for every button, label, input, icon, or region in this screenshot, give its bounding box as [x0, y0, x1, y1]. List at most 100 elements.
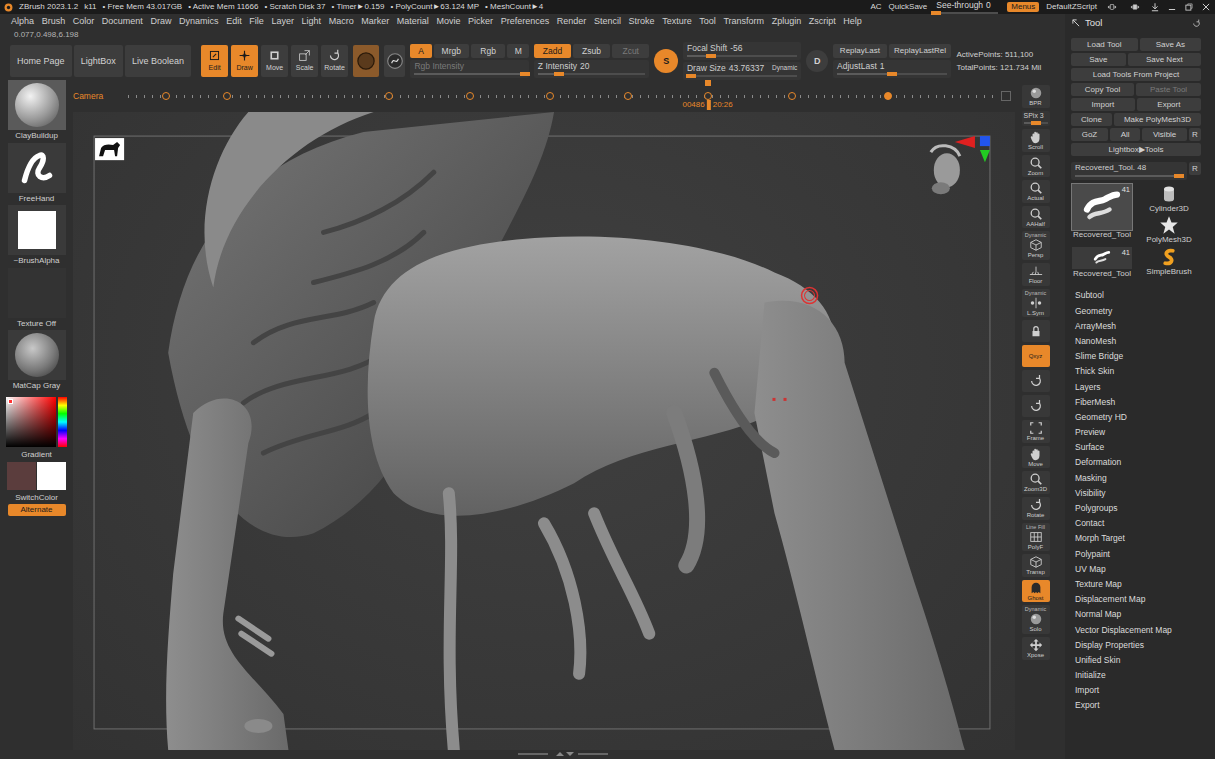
- menu-item[interactable]: Zplugin: [772, 16, 802, 27]
- current-tool-slider-track[interactable]: [1075, 175, 1183, 177]
- palette-button[interactable]: Paste Tool: [1136, 83, 1201, 96]
- palette-section[interactable]: Unified Skin: [1075, 653, 1201, 668]
- palette-button[interactable]: Save: [1071, 53, 1126, 66]
- layout-icon[interactable]: [1104, 2, 1120, 12]
- switch-color-button[interactable]: SwitchColor: [15, 493, 58, 503]
- palette-button[interactable]: Visible: [1142, 128, 1187, 141]
- tool-thumbnail[interactable]: SimpleBrush: [1137, 247, 1201, 279]
- menu-item[interactable]: Color: [73, 16, 95, 27]
- palette-section[interactable]: Initialize: [1075, 668, 1201, 683]
- z-mode-button[interactable]: Zadd: [534, 44, 571, 58]
- palette-section[interactable]: Displacement Map: [1075, 592, 1201, 607]
- color-swatch[interactable]: [7, 462, 36, 490]
- palette-section[interactable]: Surface: [1075, 440, 1201, 455]
- hue-strip[interactable]: [58, 397, 67, 447]
- palette-button[interactable]: Load Tools From Project: [1071, 68, 1201, 81]
- viewport[interactable]: [73, 112, 1015, 750]
- menu-item[interactable]: Material: [397, 16, 429, 27]
- mode-button[interactable]: Edit: [201, 45, 228, 77]
- menu-item[interactable]: Layer: [271, 16, 294, 27]
- stroke-button[interactable]: [384, 45, 406, 77]
- menu-item[interactable]: Movie: [436, 16, 460, 27]
- mode-button[interactable]: Move: [261, 45, 288, 77]
- ac-button[interactable]: AC: [870, 2, 881, 12]
- ghost-button[interactable]: Ghost: [1022, 580, 1050, 603]
- thumbnail-image[interactable]: [1159, 215, 1179, 235]
- color-picker[interactable]: [6, 397, 67, 447]
- palette-button[interactable]: Import: [1071, 98, 1135, 111]
- rgb-intensity-slider-track[interactable]: [414, 73, 524, 75]
- focal-shift-slider[interactable]: Focal Shift-56: [683, 42, 801, 60]
- tool-thumbnail[interactable]: Cylinder3D: [1137, 184, 1201, 214]
- menu-item[interactable]: Stencil: [594, 16, 621, 27]
- menu-item[interactable]: Zscript: [809, 16, 836, 27]
- dynamic-button[interactable]: Dynamic: [772, 64, 797, 72]
- palette-button[interactable]: Load Tool: [1071, 38, 1138, 51]
- mode-button[interactable]: Rotate: [321, 45, 348, 77]
- menu-item[interactable]: Picker: [468, 16, 493, 27]
- reset-button[interactable]: R: [1189, 162, 1201, 175]
- thumbnail-image[interactable]: 41: [1072, 184, 1132, 230]
- d-button[interactable]: D: [806, 50, 828, 72]
- minimize-icon[interactable]: [1167, 2, 1177, 12]
- menu-item[interactable]: Texture: [662, 16, 692, 27]
- palette-section[interactable]: Display Properties: [1075, 638, 1201, 653]
- panel-icon[interactable]: [1127, 2, 1143, 12]
- rgb-intensity-slider[interactable]: Rgb Intensity: [410, 60, 528, 78]
- alpha-slot[interactable]: ~BrushAlpha: [7, 205, 67, 266]
- timeline-end-button[interactable]: [1001, 91, 1011, 101]
- nav-button[interactable]: Live Boolean: [125, 45, 191, 77]
- thumbnail-image[interactable]: [1159, 184, 1179, 204]
- material-button[interactable]: [353, 45, 379, 77]
- palette-section[interactable]: Visibility: [1075, 486, 1201, 501]
- menu-item[interactable]: Edit: [226, 16, 242, 27]
- view-button[interactable]: [1022, 395, 1050, 417]
- palette-section[interactable]: FiberMesh: [1075, 395, 1201, 410]
- timeline-track[interactable]: 0048620:26: [128, 81, 997, 111]
- palette-button[interactable]: All: [1110, 128, 1140, 141]
- palette-section[interactable]: Vector Displacement Map: [1075, 623, 1201, 638]
- replay-last-button[interactable]: ReplayLast: [833, 44, 887, 58]
- zoom3d-button[interactable]: Zoom3D: [1022, 471, 1050, 494]
- color-swatch[interactable]: [37, 462, 66, 490]
- texture-thumbnail[interactable]: [8, 268, 66, 318]
- actual-button[interactable]: Actual: [1022, 180, 1050, 203]
- texture-slot[interactable]: Texture Off: [7, 268, 67, 329]
- menus-button[interactable]: Menus: [1007, 2, 1039, 12]
- close-icon[interactable]: [1201, 2, 1211, 12]
- spix-slider[interactable]: SPix 3: [1022, 111, 1050, 126]
- menu-item[interactable]: Tool: [699, 16, 716, 27]
- alternate-button[interactable]: Alternate: [8, 504, 66, 516]
- scroll-button[interactable]: Scroll: [1022, 129, 1050, 152]
- aahalf-button[interactable]: AAHalf: [1022, 206, 1050, 229]
- zoom-button[interactable]: Zoom: [1022, 155, 1050, 178]
- frame-button[interactable]: Frame: [1022, 420, 1050, 443]
- collapse-handle-icon[interactable]: [518, 750, 608, 758]
- z-mode-button[interactable]: Zsub: [573, 44, 610, 58]
- palette-section[interactable]: Slime Bridge: [1075, 349, 1201, 364]
- color-mode-button[interactable]: A: [410, 44, 431, 58]
- color-mode-button[interactable]: Rgb: [471, 44, 506, 58]
- menu-item[interactable]: Help: [843, 16, 862, 27]
- palette-section[interactable]: Texture Map: [1075, 577, 1201, 592]
- l-sym-button[interactable]: DynamicL.Sym: [1022, 289, 1050, 318]
- color-field[interactable]: [6, 397, 56, 447]
- menu-item[interactable]: Light: [302, 16, 322, 27]
- palette-button[interactable]: Save Next: [1128, 53, 1201, 66]
- menu-item[interactable]: Transform: [723, 16, 764, 27]
- restore-icon[interactable]: [1184, 2, 1194, 12]
- palette-button[interactable]: Clone: [1071, 113, 1112, 126]
- see-through-slider-track[interactable]: [936, 12, 998, 14]
- palette-section[interactable]: UV Map: [1075, 562, 1201, 577]
- download-icon[interactable]: [1150, 2, 1160, 12]
- mode-button[interactable]: Draw: [231, 45, 258, 77]
- palette-button[interactable]: Lightbox▶Tools: [1071, 143, 1201, 156]
- z-intensity-slider-track[interactable]: [538, 73, 645, 75]
- current-tool-slider[interactable]: Recovered_Tool. 48: [1071, 162, 1187, 180]
- tool-thumbnail[interactable]: PolyMesh3D: [1137, 215, 1201, 245]
- palette-section[interactable]: Thick Skin: [1075, 364, 1201, 379]
- focal-shift-slider-track[interactable]: [687, 55, 797, 57]
- palette-button[interactable]: GoZ: [1071, 128, 1108, 141]
- persp-button[interactable]: DynamicPersp: [1022, 231, 1050, 260]
- timeline[interactable]: Camera0048620:26: [73, 80, 1015, 112]
